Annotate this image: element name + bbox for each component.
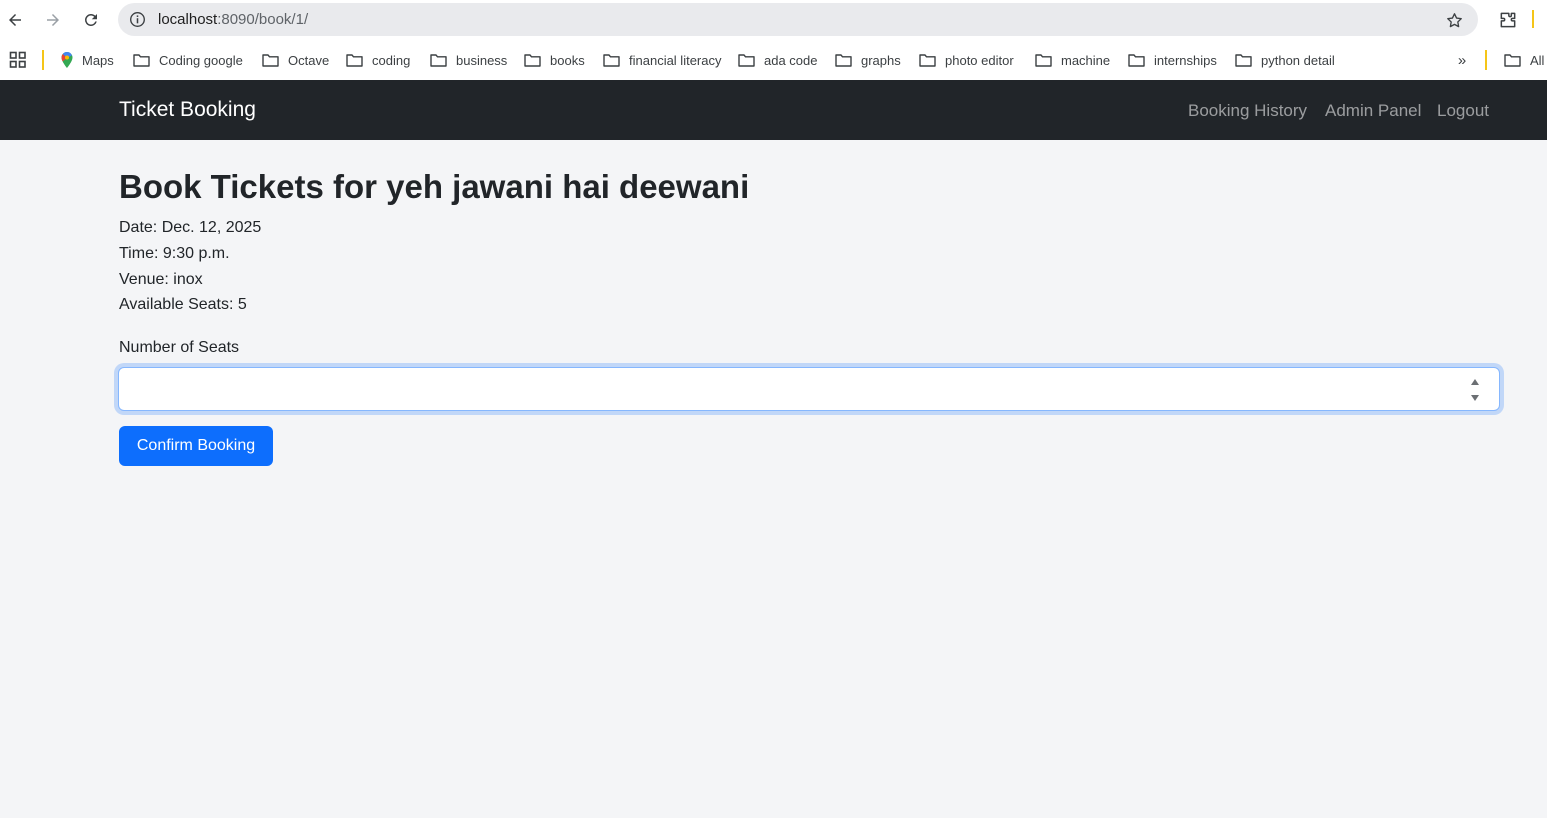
folder-icon bbox=[603, 53, 620, 67]
number-spinner[interactable] bbox=[1469, 378, 1481, 402]
folder-icon bbox=[262, 53, 279, 67]
nav-link-logout[interactable]: Logout bbox=[1437, 101, 1489, 121]
available-seats: Available Seats: 5 bbox=[119, 296, 247, 313]
maps-icon bbox=[60, 51, 74, 69]
folder-icon bbox=[1035, 53, 1052, 67]
bookmark-folder-internships[interactable]: internships bbox=[1128, 50, 1217, 70]
bookmark-label: Coding google bbox=[159, 52, 243, 68]
page-title: Book Tickets for yeh jawani hai deewani bbox=[119, 168, 750, 205]
bookmark-label: graphs bbox=[861, 52, 901, 68]
bookmark-folder-business[interactable]: business bbox=[430, 50, 507, 70]
show-venue: Venue: inox bbox=[119, 271, 203, 288]
bookmark-label: photo editor bbox=[945, 52, 1014, 68]
extensions-icon[interactable] bbox=[1496, 8, 1520, 32]
bookmark-label: coding bbox=[372, 52, 411, 68]
show-time: Time: 9:30 p.m. bbox=[119, 245, 230, 262]
bookmark-folder-coding-google[interactable]: Coding google bbox=[133, 50, 243, 70]
seats-label: Number of Seats bbox=[119, 339, 240, 356]
bookmark-folder-books[interactable]: books bbox=[524, 50, 585, 70]
url-path: :8090/book/1/ bbox=[217, 11, 309, 28]
bookmark-folder-financial-literacy[interactable]: financial literacy bbox=[603, 50, 722, 70]
nav-link-admin-panel[interactable]: Admin Panel bbox=[1325, 101, 1421, 121]
seats-number-input[interactable] bbox=[118, 367, 1500, 411]
folder-icon bbox=[919, 53, 936, 67]
browser-toolbar: localhost:8090/book/1/ bbox=[0, 0, 1547, 40]
bookmark-label: books bbox=[550, 52, 585, 68]
folder-icon bbox=[524, 53, 541, 67]
bookmark-folder-python-detail[interactable]: python detail bbox=[1235, 50, 1335, 70]
bookmark-label: financial literacy bbox=[629, 52, 722, 68]
bookmark-folder-graphs[interactable]: graphs bbox=[835, 50, 901, 70]
spinner-up-icon[interactable] bbox=[1470, 378, 1480, 386]
bookmark-label: ada code bbox=[764, 52, 818, 68]
bookmark-label: python detail bbox=[1261, 52, 1335, 68]
navbar-brand[interactable]: Ticket Booking bbox=[119, 98, 256, 122]
apps-grid-icon[interactable] bbox=[9, 51, 27, 69]
bookmarks-bar: Maps Coding google Octave coding busines… bbox=[0, 40, 1547, 80]
folder-icon bbox=[430, 53, 447, 67]
url-text: localhost:8090/book/1/ bbox=[158, 11, 308, 28]
spinner-down-icon[interactable] bbox=[1470, 394, 1480, 402]
bookmark-maps[interactable]: Maps bbox=[60, 50, 114, 70]
bookmark-label: machine bbox=[1061, 52, 1111, 68]
back-icon[interactable] bbox=[3, 8, 27, 32]
bookmark-folder-octave[interactable]: Octave bbox=[262, 50, 329, 70]
address-bar[interactable]: localhost:8090/book/1/ bbox=[118, 3, 1478, 36]
bookmark-star-icon[interactable] bbox=[1444, 10, 1464, 30]
bookmark-separator bbox=[1485, 50, 1487, 70]
bookmark-label: business bbox=[456, 52, 508, 68]
confirm-booking-button[interactable]: Confirm Booking bbox=[119, 426, 273, 466]
all-bookmarks-folder[interactable]: All bbox=[1504, 50, 1544, 70]
toolbar-indicator bbox=[1532, 10, 1534, 28]
bookmark-label: All bbox=[1530, 52, 1545, 68]
forward-icon[interactable] bbox=[41, 8, 65, 32]
folder-icon bbox=[1128, 53, 1145, 67]
site-info-icon[interactable] bbox=[128, 10, 147, 29]
show-date: Date: Dec. 12, 2025 bbox=[119, 219, 262, 236]
folder-icon bbox=[835, 53, 852, 67]
bookmark-folder-ada-code[interactable]: ada code bbox=[738, 50, 818, 70]
reload-icon[interactable] bbox=[79, 8, 103, 32]
app-navbar: Ticket Booking Booking History Admin Pan… bbox=[0, 80, 1547, 140]
bookmark-label: Maps bbox=[82, 52, 114, 68]
nav-link-booking-history[interactable]: Booking History bbox=[1188, 101, 1307, 121]
bookmark-label: internships bbox=[1154, 52, 1217, 68]
bookmark-label: Octave bbox=[288, 52, 330, 68]
url-host: localhost bbox=[158, 11, 218, 28]
bookmark-folder-machine[interactable]: machine bbox=[1035, 50, 1110, 70]
bookmark-separator bbox=[42, 50, 44, 70]
folder-icon bbox=[346, 53, 363, 67]
folder-icon bbox=[1504, 53, 1521, 67]
folder-icon bbox=[133, 53, 150, 67]
folder-icon bbox=[1235, 53, 1252, 67]
more-bookmarks-button[interactable]: » bbox=[1452, 50, 1472, 70]
bookmark-folder-coding[interactable]: coding bbox=[346, 50, 410, 70]
folder-icon bbox=[738, 53, 755, 67]
bookmark-folder-photo-editor[interactable]: photo editor bbox=[919, 50, 1014, 70]
